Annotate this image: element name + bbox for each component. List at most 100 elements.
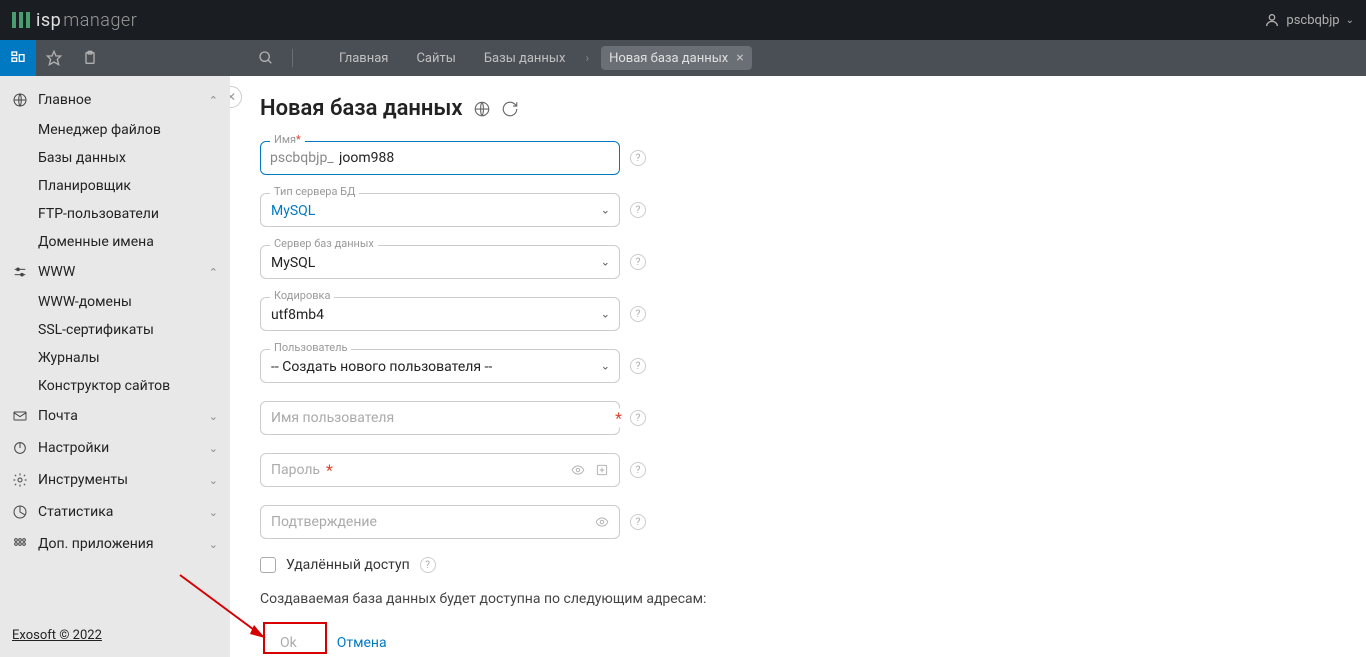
breadcrumb-databases[interactable]: Базы данных [476,47,574,70]
generate-icon[interactable] [594,463,610,477]
logo-text-isp: isp [36,10,61,31]
chevron-down-icon: ⌄ [209,474,218,487]
sidebar-item-sitebuilder[interactable]: Конструктор сайтов [0,372,230,400]
clipboard-button[interactable] [72,40,108,76]
sidebar-apps-title: Доп. приложения [38,536,209,552]
sidebar-settings-title: Настройки [38,440,209,456]
sidebar-item-sslcerts[interactable]: SSL-сертификаты [0,316,230,344]
sidebar-main-title: Главное [38,92,209,108]
grid-icon [12,536,28,552]
chevron-up-icon: ⌃ [209,266,218,279]
content-panel: ✕ Новая база данных Имя* pscbqbjp_ ? Тип… [230,76,1366,657]
sidebar-section-mail[interactable]: Почта ⌄ [0,400,230,432]
help-icon[interactable]: ? [630,150,646,166]
help-icon[interactable]: ? [630,462,646,478]
user-icon [1264,12,1280,28]
tree-icon [10,50,26,66]
breadcrumb: Главная Сайты Базы данных › Новая база д… [331,46,752,70]
remote-label: Удалённый доступ [286,557,410,573]
encoding-select[interactable]: utf8mb4 [260,297,620,331]
info-text: Создаваемая база данных будет доступна п… [260,591,1336,607]
sidebar-section-www[interactable]: WWW ⌃ [0,256,230,288]
encoding-label: Кодировка [270,289,334,302]
star-icon [46,50,62,66]
required-mark: * [613,409,624,428]
password-input[interactable] [260,453,620,487]
power-icon [12,440,28,456]
help-icon[interactable]: ? [630,410,646,426]
sidebar-www-title: WWW [38,264,209,280]
globe-icon [12,92,28,108]
chevron-down-icon: ⌄ [209,538,218,551]
page-title-text: Новая база данных [260,96,463,121]
sidebar-section-tools[interactable]: Инструменты ⌄ [0,464,230,496]
server-select[interactable]: MySQL [260,245,620,279]
type-label: Тип сервера БД [270,185,359,198]
sidebar: Главное ⌃ Менеджер файлов Базы данных Пл… [0,76,230,657]
page-title: Новая база данных [260,96,1336,121]
help-icon[interactable]: ? [630,358,646,374]
search-button[interactable] [248,40,284,76]
user-select[interactable]: -- Создать нового пользователя -- [260,349,620,383]
username-input[interactable] [260,401,620,435]
chevron-down-icon: ⌄ [209,410,218,423]
help-icon[interactable]: ? [630,306,646,322]
pie-icon [12,504,28,520]
chevron-right-icon: › [585,51,589,65]
sidebar-section-apps[interactable]: Доп. приложения ⌄ [0,528,230,560]
user-label: Пользователь [270,341,351,354]
breadcrumb-current[interactable]: Новая база данных × [601,46,752,70]
sidebar-item-logs[interactable]: Журналы [0,344,230,372]
help-icon[interactable]: ? [420,557,436,573]
sidebar-section-main[interactable]: Главное ⌃ [0,84,230,116]
server-label: Сервер баз данных [270,237,378,250]
name-label: Имя* [270,133,305,146]
logo[interactable]: ispmanager [12,10,137,31]
help-icon[interactable]: ? [630,202,646,218]
divider [292,49,293,67]
help-icon[interactable]: ? [630,514,646,530]
remote-checkbox[interactable] [260,557,276,573]
breadcrumb-home[interactable]: Главная [331,47,396,70]
sidebar-item-domains[interactable]: Доменные имена [0,228,230,256]
sidebar-tools-title: Инструменты [38,472,209,488]
user-menu[interactable]: pscbqbjp ⌄ [1264,12,1354,28]
required-mark: * [326,461,333,480]
gear-icon [12,472,28,488]
type-select[interactable]: MySQL [260,193,620,227]
footer-link[interactable]: Exosoft © 2022 [12,628,102,643]
breadcrumb-sites[interactable]: Сайты [408,47,463,70]
ok-button[interactable]: Ok [260,627,317,657]
eye-icon[interactable] [570,463,586,477]
refresh-icon[interactable] [501,100,519,118]
search-icon [258,50,274,66]
sidebar-item-wwwdomains[interactable]: WWW-домены [0,288,230,316]
sidebar-item-databases[interactable]: Базы данных [0,144,230,172]
mail-icon [12,408,28,424]
sliders-icon [12,264,28,280]
sidebar-item-filemanager[interactable]: Менеджер файлов [0,116,230,144]
globe-icon[interactable] [473,100,491,118]
logo-text-rest: manager [63,10,137,31]
sidebar-section-stats[interactable]: Статистика ⌄ [0,496,230,528]
close-panel-button[interactable]: ✕ [230,86,242,108]
chevron-up-icon: ⌃ [209,94,218,107]
chevron-down-icon: ⌄ [209,442,218,455]
confirm-input[interactable] [260,505,620,539]
favorites-button[interactable] [36,40,72,76]
sidebar-stats-title: Статистика [38,504,209,520]
cancel-button[interactable]: Отмена [337,635,387,651]
eye-icon[interactable] [594,515,610,529]
chevron-down-icon: ⌄ [1346,15,1354,26]
close-icon[interactable]: × [736,50,743,66]
sidebar-item-ftpusers[interactable]: FTP-пользователи [0,200,230,228]
sidebar-mail-title: Почта [38,408,209,424]
breadcrumb-current-label: Новая база данных [609,51,728,66]
nav-tree-button[interactable] [0,40,36,76]
chevron-down-icon: ⌄ [209,506,218,519]
sidebar-section-settings[interactable]: Настройки ⌄ [0,432,230,464]
help-icon[interactable]: ? [630,254,646,270]
name-input[interactable] [260,141,620,175]
username-label: pscbqbjp [1286,13,1339,28]
sidebar-item-scheduler[interactable]: Планировщик [0,172,230,200]
